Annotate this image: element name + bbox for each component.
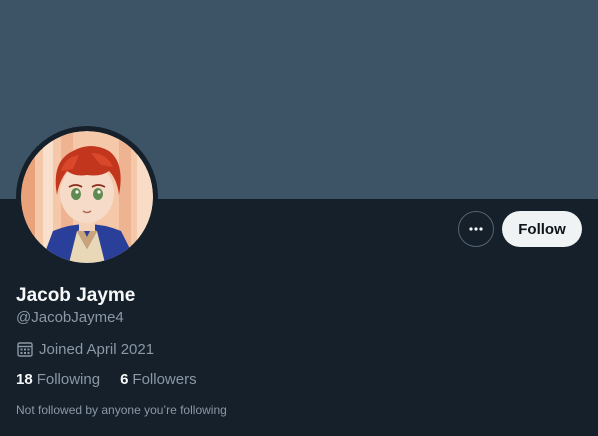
following-label: Following: [36, 371, 101, 388]
profile-name: Jacob Jayme: [16, 285, 136, 306]
profile-avatar[interactable]: [16, 126, 158, 268]
followers-label: Followers: [132, 371, 197, 388]
follow-button[interactable]: Follow: [502, 211, 582, 247]
more-horizontal-icon: [469, 227, 483, 231]
following-count: 18: [16, 371, 33, 388]
following-link[interactable]: 18 Following: [16, 371, 100, 388]
joined-text: Joined April 2021: [39, 340, 155, 358]
avatar-image: [21, 131, 153, 263]
more-options-button[interactable]: [458, 211, 494, 247]
profile-handle: @JacobJayme4: [16, 309, 124, 326]
followers-link[interactable]: 6 Followers: [120, 371, 197, 388]
joined-date: Joined April 2021: [16, 340, 154, 358]
profile-stats: 18 Following 6 Followers: [16, 371, 197, 388]
followed-by-note: Not followed by anyone you’re following: [16, 403, 227, 417]
calendar-icon: [17, 342, 33, 357]
followers-count: 6: [120, 371, 129, 388]
